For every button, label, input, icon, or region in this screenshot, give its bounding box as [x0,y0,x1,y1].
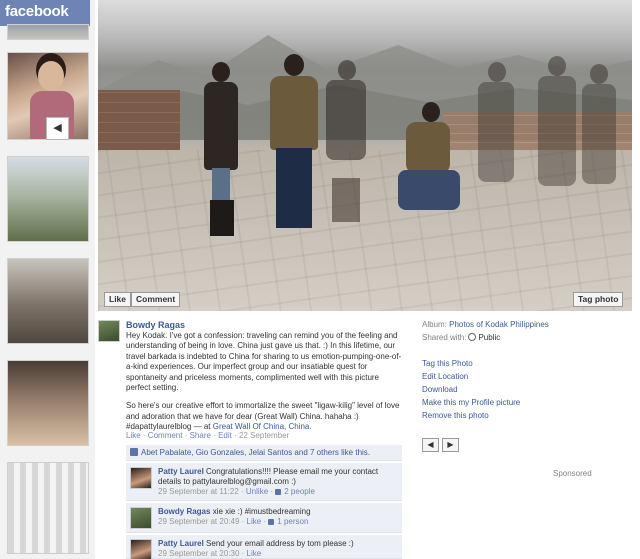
commenter-name[interactable]: Patty Laurel [158,539,204,548]
filmstrip-thumbnail[interactable] [7,360,89,446]
comment-time[interactable]: 29 September at 20:49 [158,517,239,526]
commenter-avatar[interactable] [130,467,152,489]
album-info: Album: Photos of Kodak Philippines [422,320,549,329]
likes-text[interactable]: Abet Pabalate, Gio Gonzales, Jelai Santo… [141,448,370,457]
ghost-figure [320,58,372,222]
separator: · [210,431,219,440]
post-actions: Like · Comment · Share · Edit · 22 Septe… [126,431,289,440]
commenter-avatar[interactable] [130,539,152,559]
comment-time[interactable]: 29 September at 20:30 [158,549,239,558]
comment-time[interactable]: 29 September at 11:22 [158,487,239,496]
thumbnail-face [38,61,64,91]
edit-location-link[interactable]: Edit Location [422,372,468,381]
comment-like-count[interactable]: 1 person [268,517,308,526]
poster-avatar[interactable] [98,320,120,342]
tag-photo-button[interactable]: Tag photo [573,292,624,307]
filmstrip-thumbnail[interactable] [7,462,89,554]
man-figure [266,52,322,236]
download-link[interactable]: Download [422,385,458,394]
location-link[interactable]: Great Wall Of China, China. [213,422,312,431]
filmstrip-thumbnail[interactable] [7,156,89,242]
filmstrip-prev-arrow-icon[interactable]: ◀ [46,117,69,140]
commenter-name[interactable]: Bowdy Ragas [158,507,210,516]
commenter-name[interactable]: Patty Laurel [158,467,204,476]
comment-like-count[interactable]: 2 people [275,487,315,496]
filmstrip-thumbnail[interactable] [7,24,89,40]
edit-link[interactable]: Edit [218,431,232,440]
likes-summary: Abet Pabalate, Gio Gonzales, Jelai Santo… [126,445,402,461]
woman-figure [198,60,246,236]
comment-likes[interactable]: 2 people [284,487,315,496]
separator: · [140,431,148,440]
post-caption: Hey Kodak. I've got a confession: travel… [126,331,402,433]
tag-this-photo-link[interactable]: Tag this Photo [422,359,473,368]
thumbs-up-icon [268,519,275,525]
share-link[interactable]: Share [190,431,211,440]
rotate-right-icon[interactable]: ▶ [442,438,459,452]
kneeling-figure [392,100,464,220]
main-photo[interactable]: Like Comment Tag photo [98,0,632,311]
comment-text: xie xie :) #imustbedreaming [212,507,311,516]
comment-meta: 29 September at 20:49 · Like · 1 person [158,517,309,526]
thumbs-up-icon [130,448,138,456]
album-label: Album: [422,320,447,329]
comment-text: Send your email address by tom please :) [206,539,354,548]
photo-filmstrip: facebook ◀ [0,0,95,559]
comment-body: Bowdy Ragas xie xie :) #imustbedreaming … [158,507,398,527]
sponsored-label: Sponsored [553,469,592,478]
comment-body: Patty Laurel Send your email address by … [158,539,398,559]
globe-icon [468,333,477,341]
album-link[interactable]: Photos of Kodak Philippines [449,320,549,329]
ghost-group-figures [458,56,628,196]
commenter-avatar[interactable] [130,507,152,529]
shared-with: Shared with: Public [422,333,500,342]
comment-item: Bowdy Ragas xie xie :) #imustbedreaming … [126,503,402,533]
rotate-left-icon[interactable]: ◀ [422,438,439,452]
comment-meta: 29 September at 20:30 · Like [158,549,262,558]
caption-paragraph-1: Hey Kodak. I've got a confession: travel… [126,331,402,393]
post-date[interactable]: 22 September [239,431,289,440]
unlike-link[interactable]: Unlike [246,487,268,496]
filmstrip-thumbnail[interactable] [7,258,89,344]
comment-body: Patty Laurel Congratulations!!!! Please … [158,467,398,497]
photo-like-button[interactable]: Like [104,292,132,307]
comment-item: Patty Laurel Send your email address by … [126,535,402,559]
like-link[interactable]: Like [247,517,262,526]
comment-likes[interactable]: 1 person [277,517,308,526]
shared-label: Shared with: [422,333,467,342]
separator: · [182,431,190,440]
make-profile-picture-link[interactable]: Make this my Profile picture [422,398,520,407]
comment-link[interactable]: Comment [148,431,183,440]
comment-meta: 29 September at 11:22 · Unlike · 2 peopl… [158,487,315,496]
separator: · [231,431,239,440]
like-link[interactable]: Like [247,549,262,558]
thumbs-up-icon [275,489,282,495]
remove-photo-link[interactable]: Remove this photo [422,411,489,420]
comment-item: Patty Laurel Congratulations!!!! Please … [126,463,402,501]
shared-value[interactable]: Public [478,333,500,342]
post-author[interactable]: Bowdy Ragas [126,320,185,330]
caption-paragraph-2: So here's our creative effort to immorta… [126,401,402,432]
like-link[interactable]: Like [126,431,141,440]
facebook-logo[interactable]: facebook [0,0,90,26]
photo-comment-button[interactable]: Comment [131,292,181,307]
